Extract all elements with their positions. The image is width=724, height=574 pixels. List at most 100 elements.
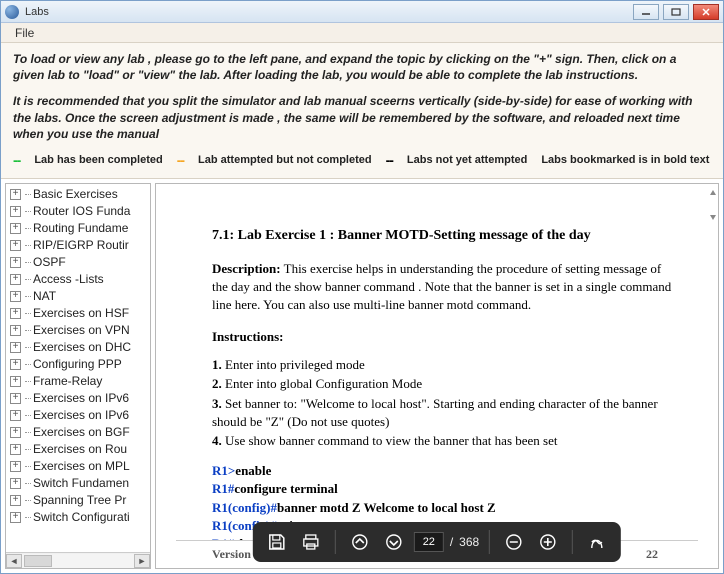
expand-icon[interactable]: + — [10, 393, 21, 404]
intro-paragraph-2: It is recommended that you split the sim… — [13, 93, 711, 142]
page-down-icon[interactable] — [380, 528, 408, 556]
scroll-down-icon[interactable] — [710, 215, 716, 220]
tree-item[interactable]: + Router IOS Funda — [6, 203, 150, 220]
tree-item[interactable]: + Switch Fundamen — [6, 475, 150, 492]
toolbar-separator — [335, 530, 336, 554]
tree-item-label: Switch Fundamen — [33, 476, 129, 490]
doc-step: 1. Enter into privileged mode — [212, 356, 678, 374]
expand-icon[interactable]: + — [10, 512, 21, 523]
doc-scroll-indicator[interactable] — [710, 190, 716, 230]
tree-item-label: Exercises on BGF — [33, 425, 130, 439]
page-total: 368 — [459, 535, 479, 549]
tree-item[interactable]: +Routing Fundame — [6, 220, 150, 237]
tree-item[interactable]: + Exercises on Rou — [6, 441, 150, 458]
app-icon — [5, 5, 19, 19]
legend-bookmarked: Labs bookmarked is in bold text — [541, 154, 709, 166]
page-current-input[interactable]: 22 — [414, 532, 444, 552]
zoom-in-icon[interactable] — [534, 528, 562, 556]
legend-notyet: Labs not yet attempted — [407, 154, 527, 166]
pdf-toolbar: 22 / 368 — [253, 522, 621, 562]
scroll-up-icon[interactable] — [710, 190, 716, 195]
tree-item-label: Frame-Relay — [33, 374, 102, 388]
toolbar-separator — [489, 530, 490, 554]
tree-item-label: Exercises on IPv6 — [33, 408, 129, 422]
tree-item-label: Exercises on IPv6 — [33, 391, 129, 405]
tree-item-label: Basic Exercises — [33, 187, 118, 201]
zoom-out-icon[interactable] — [500, 528, 528, 556]
menu-file[interactable]: File — [9, 24, 40, 42]
doc-description: Description: This exercise helps in unde… — [212, 260, 678, 315]
tree-item-label: Exercises on DHC — [33, 340, 131, 354]
expand-icon[interactable]: + — [10, 325, 21, 336]
tree-item[interactable]: +Configuring PPP — [6, 356, 150, 373]
tree-item[interactable]: + Access -Lists — [6, 271, 150, 288]
doc-step: 2. Enter into global Configuration Mode — [212, 375, 678, 393]
acrobat-icon[interactable] — [583, 528, 611, 556]
save-icon[interactable] — [263, 528, 291, 556]
window-controls — [633, 4, 719, 20]
tree-item[interactable]: + Exercises on VPN — [6, 322, 150, 339]
expand-icon[interactable]: + — [10, 342, 21, 353]
tree-item[interactable]: + Exercises on IPv6 — [6, 407, 150, 424]
doc-instructions-label: Instructions: — [212, 328, 678, 346]
doc-desc-text: This exercise helps in understanding the… — [212, 261, 671, 312]
legend-completed: Lab has been completed — [34, 154, 162, 166]
expand-icon[interactable]: + — [10, 495, 21, 506]
intro-paragraph-1: To load or view any lab , please go to t… — [13, 51, 711, 83]
tree-item[interactable]: + Basic Exercises — [6, 186, 150, 203]
tree-item[interactable]: +OSPF — [6, 254, 150, 271]
tree-item-label: Exercises on VPN — [33, 323, 130, 337]
doc-desc-label: Description: — [212, 261, 281, 276]
tree-item-label: Router IOS Funda — [33, 204, 130, 218]
page-up-icon[interactable] — [346, 528, 374, 556]
scroll-track[interactable] — [22, 554, 134, 568]
scroll-thumb[interactable] — [24, 555, 52, 567]
minimize-button[interactable] — [633, 4, 659, 20]
topic-tree[interactable]: + Basic Exercises + Router IOS Funda +Routin… — [6, 184, 150, 552]
expand-icon[interactable]: + — [10, 189, 21, 200]
print-icon[interactable] — [297, 528, 325, 556]
expand-icon[interactable]: + — [10, 223, 21, 234]
document-content: 7.1: Lab Exercise 1 : Banner MOTD-Settin… — [156, 184, 718, 540]
tree-item[interactable]: +NAT — [6, 288, 150, 305]
expand-icon[interactable]: + — [10, 240, 21, 251]
window-title: Labs — [25, 6, 49, 18]
tree-item-label: Exercises on MPL — [33, 459, 130, 473]
expand-icon[interactable]: + — [10, 291, 21, 302]
doc-step: 3. Set banner to: "Welcome to local host… — [212, 395, 678, 431]
intro-panel: To load or view any lab , please go to t… — [1, 43, 723, 179]
tree-item[interactable]: + Exercises on DHC — [6, 339, 150, 356]
tree-item[interactable]: + Exercises on HSF — [6, 305, 150, 322]
tree-item[interactable]: +Spanning Tree Pr — [6, 492, 150, 509]
tree-item[interactable]: + Frame-Relay — [6, 373, 150, 390]
expand-icon[interactable]: + — [10, 444, 21, 455]
tree-item[interactable]: + Exercises on MPL — [6, 458, 150, 475]
toolbar-separator — [572, 530, 573, 554]
tree-item[interactable]: + Exercises on IPv6 — [6, 390, 150, 407]
expand-icon[interactable]: + — [10, 257, 21, 268]
tree-item-label: Access -Lists — [33, 272, 104, 286]
expand-icon[interactable]: + — [10, 410, 21, 421]
expand-icon[interactable]: + — [10, 376, 21, 387]
maximize-button[interactable] — [663, 4, 689, 20]
scroll-right-button[interactable]: ► — [134, 554, 150, 568]
tree-horizontal-scrollbar[interactable]: ◄ ► — [6, 552, 150, 568]
expand-icon[interactable]: + — [10, 478, 21, 489]
close-button[interactable] — [693, 4, 719, 20]
tree-item-label: Switch Configurati — [33, 510, 130, 524]
expand-icon[interactable]: + — [10, 308, 21, 319]
expand-icon[interactable]: + — [10, 461, 21, 472]
tree-item[interactable]: + Exercises on BGF — [6, 424, 150, 441]
expand-icon[interactable]: + — [10, 206, 21, 217]
doc-title: 7.1: Lab Exercise 1 : Banner MOTD-Settin… — [212, 226, 678, 246]
scroll-left-button[interactable]: ◄ — [6, 554, 22, 568]
expand-icon[interactable]: + — [10, 274, 21, 285]
doc-steps: 1. Enter into privileged mode2. Enter in… — [212, 356, 678, 450]
tree-item-label: Exercises on HSF — [33, 306, 129, 320]
tree-item-label: Exercises on Rou — [33, 442, 127, 456]
expand-icon[interactable]: + — [10, 359, 21, 370]
tree-item[interactable]: +RIP/EIGRP Routir — [6, 237, 150, 254]
tree-item[interactable]: + Switch Configurati — [6, 509, 150, 526]
expand-icon[interactable]: + — [10, 427, 21, 438]
doc-step: 4. Use show banner command to view the b… — [212, 432, 678, 450]
